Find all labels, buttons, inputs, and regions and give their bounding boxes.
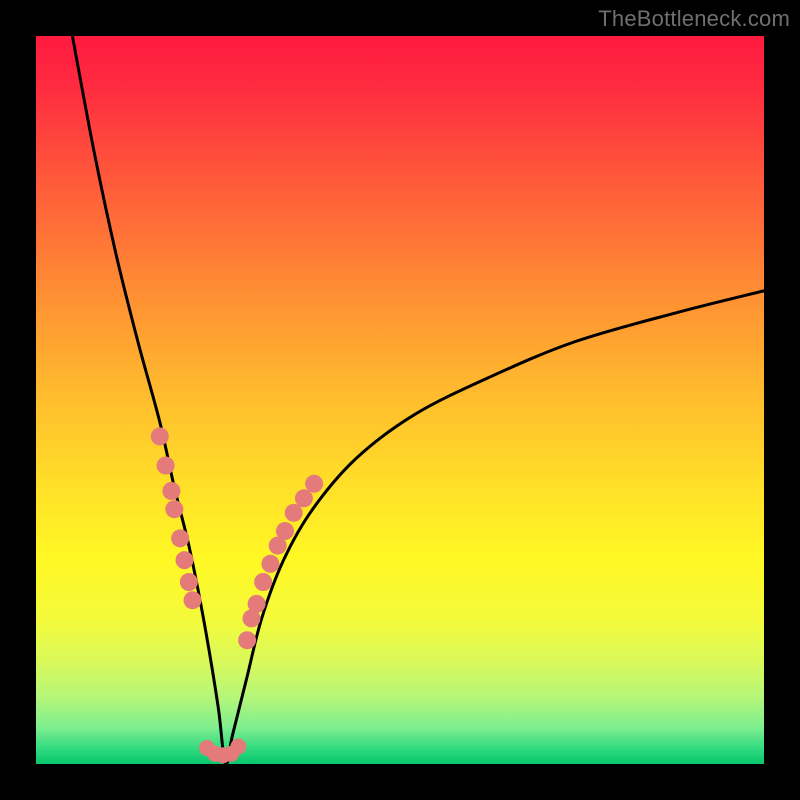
data-dot (285, 504, 303, 522)
data-dot (295, 489, 313, 507)
data-dot (254, 573, 272, 591)
data-dot (171, 529, 189, 547)
data-dot (261, 555, 279, 573)
data-dot (165, 500, 183, 518)
data-dot (184, 591, 202, 609)
bottleneck-curve (72, 36, 764, 765)
data-dot (248, 595, 266, 613)
data-dot (162, 482, 180, 500)
data-dot (230, 739, 246, 755)
curve-line (72, 36, 764, 765)
data-dot (151, 427, 169, 445)
data-dot (305, 475, 323, 493)
data-dot (180, 573, 198, 591)
watermark-text: TheBottleneck.com (598, 6, 790, 32)
chart-frame: TheBottleneck.com (0, 0, 800, 800)
data-dot (276, 522, 294, 540)
data-dot (157, 457, 175, 475)
data-dot (238, 631, 256, 649)
plot-area (36, 36, 764, 764)
data-dot (176, 551, 194, 569)
chart-svg (36, 36, 764, 764)
